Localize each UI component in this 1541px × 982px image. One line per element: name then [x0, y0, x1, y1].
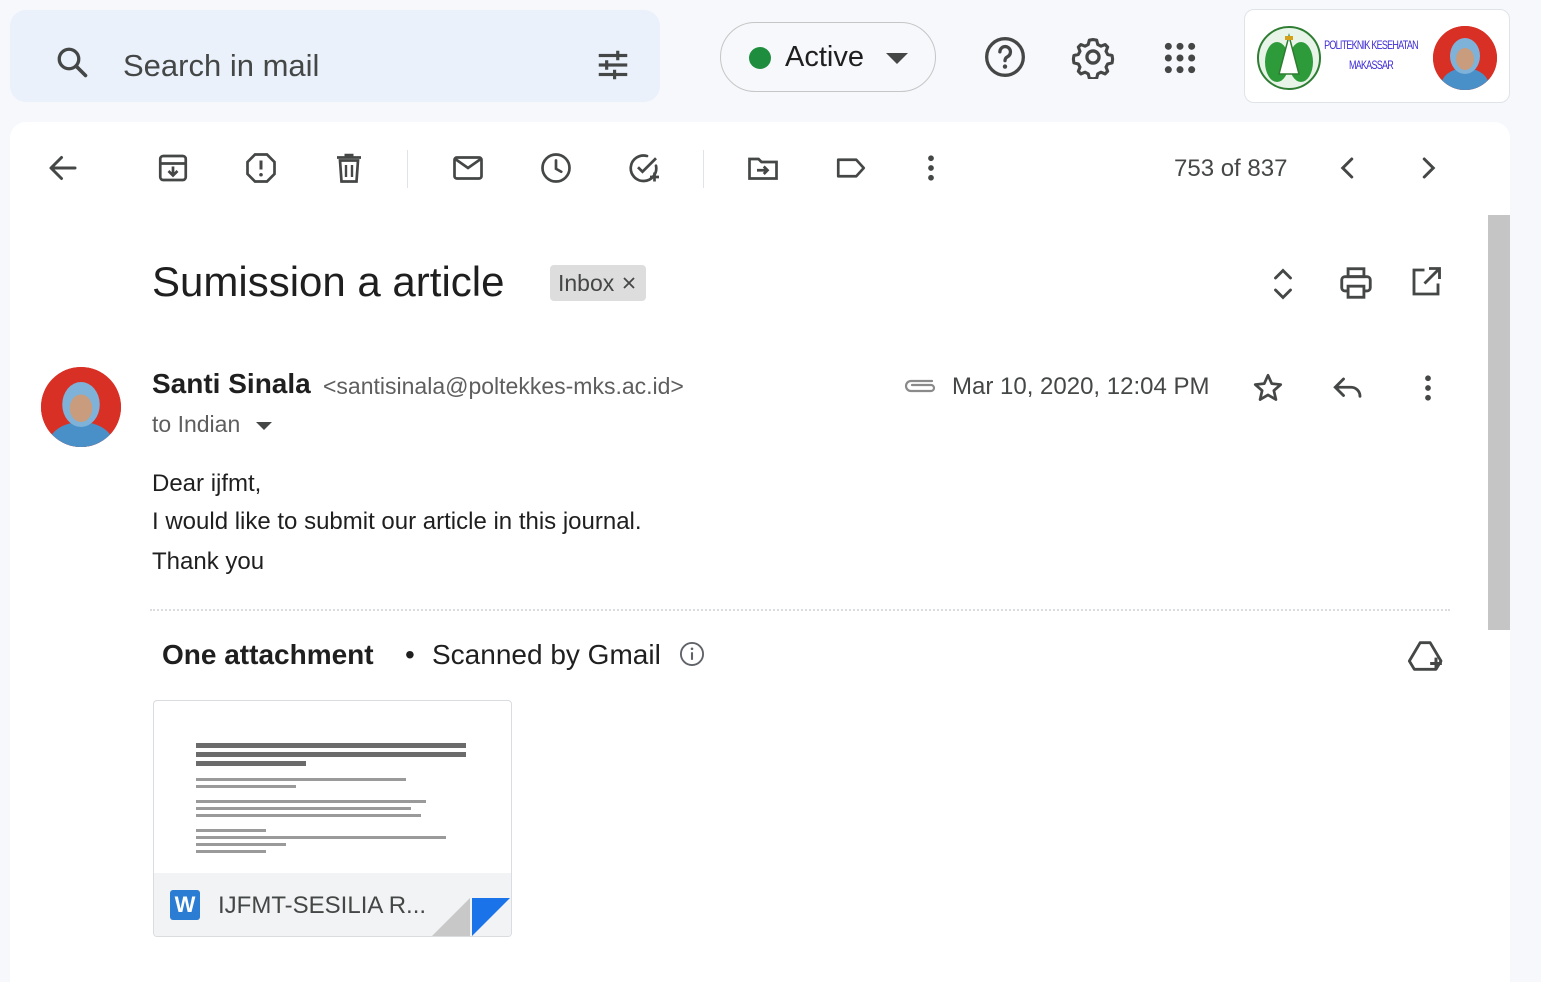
attachment-preview — [154, 701, 511, 873]
separator-dot: • — [405, 639, 415, 670]
inbox-label-chip[interactable]: Inbox — [550, 265, 647, 301]
reply-icon[interactable] — [1330, 370, 1366, 406]
open-new-window-icon[interactable] — [1408, 264, 1444, 300]
sender-email: <santisinala@poltekkes-mks.ac.id> — [323, 373, 684, 399]
report-spam-icon[interactable] — [243, 150, 279, 186]
label-chip-text: Inbox — [558, 269, 615, 296]
toolbar-divider — [703, 150, 704, 188]
archive-icon[interactable] — [155, 150, 191, 186]
search-icon[interactable] — [54, 44, 90, 80]
print-icon[interactable] — [1337, 264, 1375, 302]
attachment-corner-fold — [432, 898, 470, 936]
recipient-line: to Indian — [152, 411, 241, 437]
paperclip-icon — [902, 374, 938, 398]
body-line: I would like to submit our article in th… — [152, 508, 642, 535]
attachments-divider — [150, 609, 1450, 611]
tune-icon[interactable] — [594, 46, 632, 84]
add-task-icon[interactable] — [626, 150, 662, 186]
chevron-left-icon[interactable] — [1330, 150, 1366, 186]
trash-icon[interactable] — [331, 150, 367, 186]
info-icon[interactable] — [678, 640, 706, 668]
message-date: Mar 10, 2020, 12:04 PM — [952, 373, 1210, 400]
status-dot — [749, 47, 771, 69]
close-icon[interactable] — [622, 276, 636, 290]
chevron-down-icon[interactable] — [256, 422, 272, 431]
chevron-right-icon[interactable] — [1410, 150, 1446, 186]
status-label: Active — [785, 41, 864, 73]
help-icon[interactable] — [983, 35, 1027, 79]
email-subject: Sumission a article — [152, 258, 505, 305]
search-input[interactable]: Search in mail — [123, 48, 319, 84]
message-counter: 753 of 837 — [1174, 155, 1288, 182]
word-doc-icon: W — [170, 890, 200, 920]
organization-logo — [1257, 26, 1321, 95]
snooze-icon[interactable] — [538, 150, 574, 186]
more-vert-icon[interactable] — [913, 150, 949, 186]
expand-collapse-icon[interactable] — [1265, 264, 1301, 304]
move-to-icon[interactable] — [745, 150, 781, 186]
body-line: Thank you — [152, 548, 265, 575]
star-icon[interactable] — [1250, 370, 1286, 406]
avatar[interactable] — [1433, 26, 1497, 90]
search-bar[interactable]: Search in mail — [10, 10, 660, 102]
scanned-label: Scanned by Gmail — [432, 639, 661, 670]
mark-unread-icon[interactable] — [450, 150, 486, 186]
attachment-corner-badge — [472, 898, 510, 936]
more-vert-icon[interactable] — [1410, 370, 1446, 406]
attachment-file-name: IJFMT-SESILIA R... — [218, 892, 427, 919]
account-switcher[interactable]: POLITEKNIK KESEHATAN MAKASSAR — [1244, 9, 1510, 103]
attachments-title: One attachment — [162, 639, 374, 670]
back-arrow-icon[interactable] — [45, 150, 81, 186]
gear-icon[interactable] — [1071, 35, 1115, 79]
scrollbar-thumb[interactable] — [1488, 215, 1510, 630]
add-to-drive-icon[interactable] — [1406, 636, 1446, 676]
apps-icon[interactable] — [1160, 38, 1200, 78]
label-icon[interactable] — [833, 150, 869, 186]
sender-name[interactable]: Santi Sinala — [152, 368, 311, 400]
status-selector[interactable]: Active — [720, 22, 936, 92]
sender-avatar[interactable] — [41, 367, 121, 447]
body-line: Dear ijfmt, — [152, 470, 262, 497]
organization-name: POLITEKNIK KESEHATAN MAKASSAR — [1324, 38, 1418, 72]
toolbar-divider — [407, 150, 408, 188]
chevron-down-icon — [886, 53, 908, 65]
